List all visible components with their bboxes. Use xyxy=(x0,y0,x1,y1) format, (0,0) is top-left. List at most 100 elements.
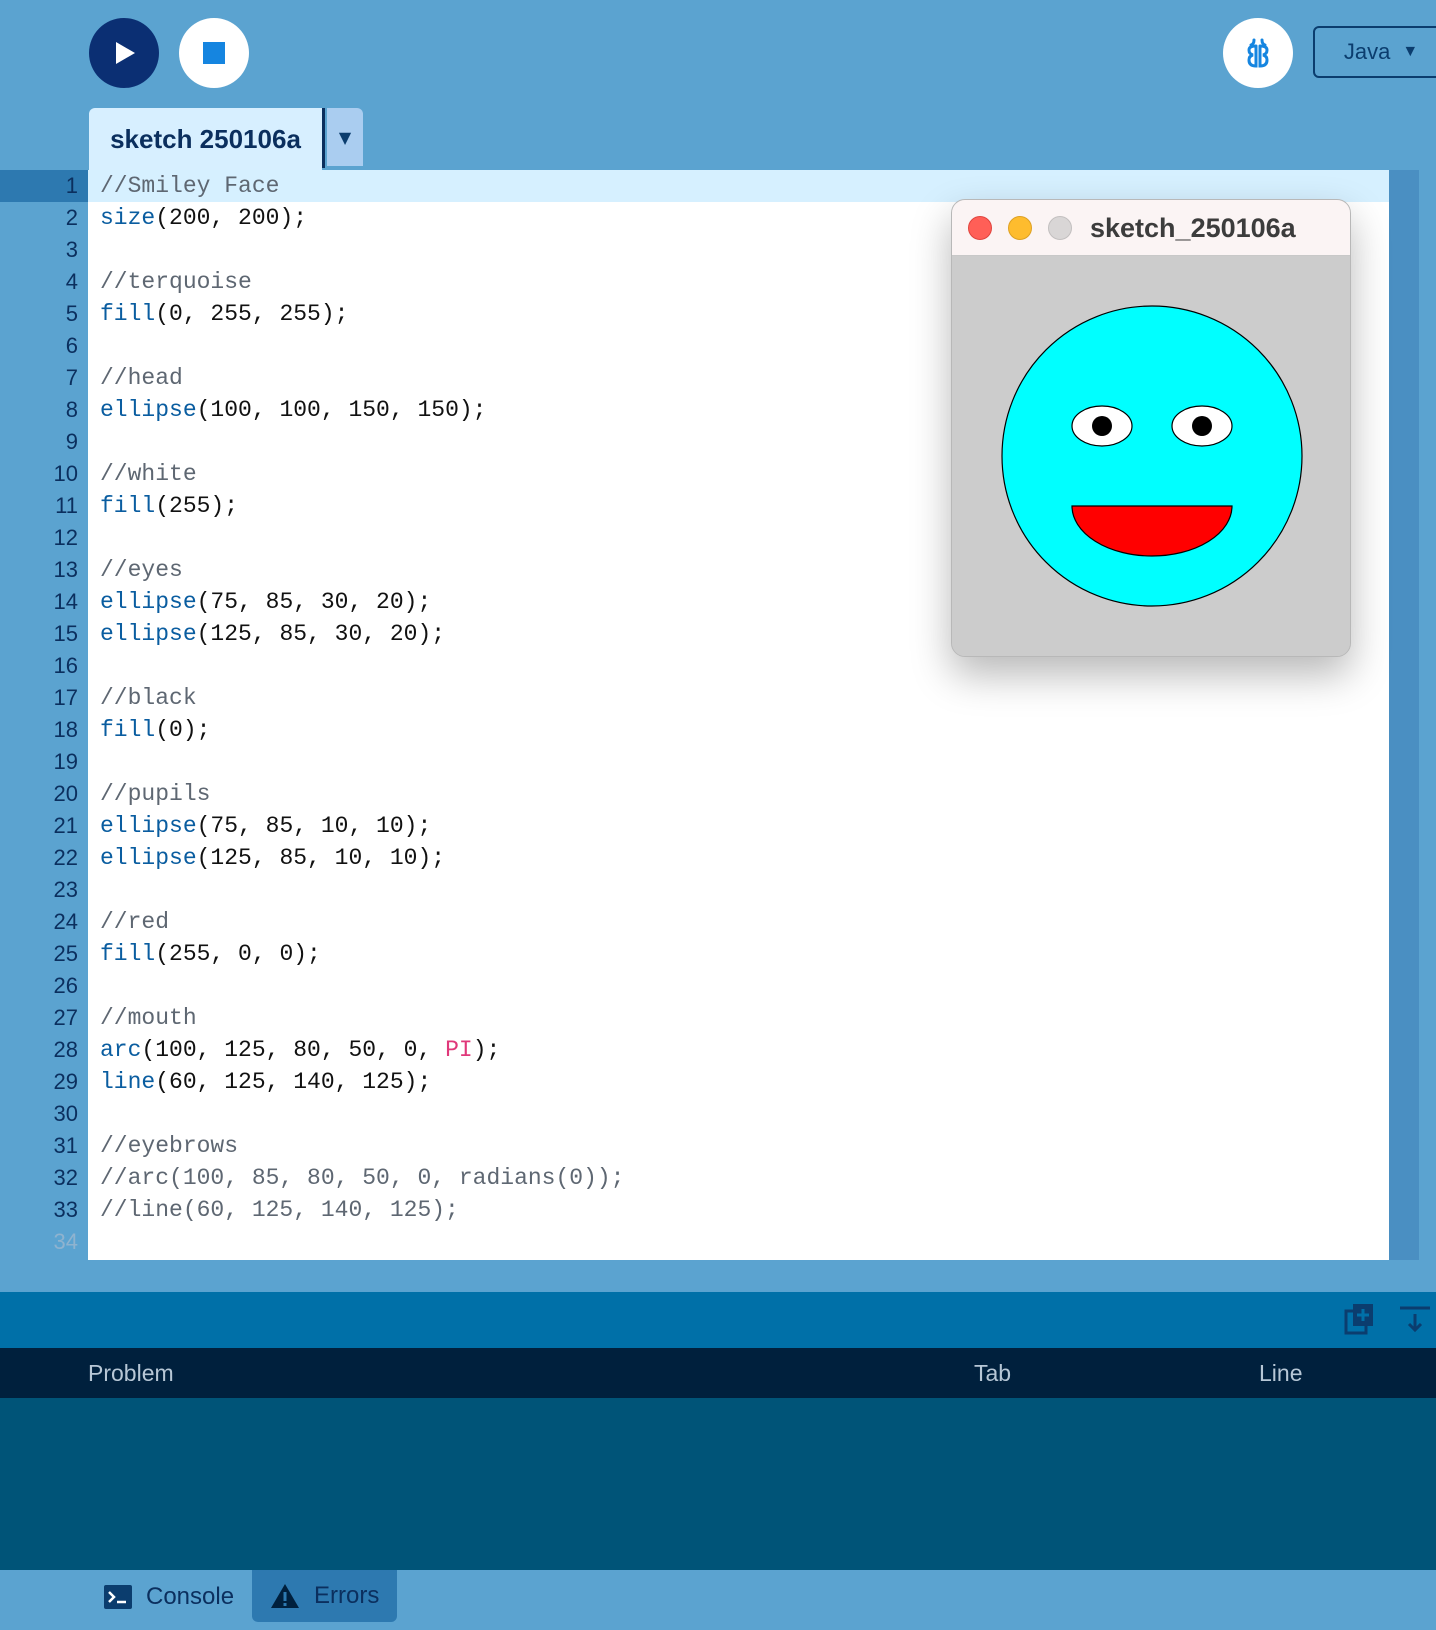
code-line[interactable]: fill(255); xyxy=(100,490,238,522)
code-line[interactable]: fill(255, 0, 0); xyxy=(100,938,321,970)
line-number: 22 xyxy=(53,845,78,870)
code-line[interactable]: fill(0); xyxy=(100,714,210,746)
line-number: 16 xyxy=(53,653,78,678)
code-line[interactable]: ellipse(125, 85, 30, 20); xyxy=(100,618,445,650)
tab-errors[interactable]: Errors xyxy=(252,1570,398,1622)
mode-selector[interactable]: Java ▼ xyxy=(1313,26,1436,78)
line-number: 9 xyxy=(65,429,78,454)
code-line[interactable]: size(200, 200); xyxy=(100,202,307,234)
right-pupil xyxy=(1192,416,1212,436)
chevron-down-icon: ▼ xyxy=(1402,43,1419,60)
warning-icon xyxy=(271,1584,299,1608)
code-line[interactable]: //eyebrows xyxy=(100,1130,238,1162)
code-line[interactable]: ellipse(100, 100, 150, 150); xyxy=(100,394,486,426)
problems-table-header: Problem Tab Line xyxy=(0,1348,1436,1398)
code-line[interactable]: arc(100, 125, 80, 50, 0, PI); xyxy=(100,1034,500,1066)
line-number: 6 xyxy=(65,333,78,358)
line-number: 12 xyxy=(53,525,78,550)
problems-list[interactable] xyxy=(0,1398,1436,1570)
code-line[interactable]: //line(60, 125, 140, 125); xyxy=(100,1194,459,1226)
smiley-head xyxy=(1001,305,1303,607)
tab-divider xyxy=(322,108,325,168)
line-number: 13 xyxy=(53,557,78,582)
collapse-panel-icon[interactable] xyxy=(1398,1302,1432,1338)
line-number: 20 xyxy=(53,781,78,806)
line-number: 15 xyxy=(53,621,78,646)
line-number: 26 xyxy=(53,973,78,998)
line-number: 2 xyxy=(65,205,78,230)
mode-label: Java xyxy=(1343,39,1391,64)
code-line[interactable]: //eyes xyxy=(100,554,183,586)
tab-console-label: Console xyxy=(146,1583,235,1610)
stop-icon xyxy=(203,42,225,64)
tab-errors-label: Errors xyxy=(314,1582,380,1609)
tab-console[interactable]: Console xyxy=(86,1570,252,1624)
code-line[interactable]: //mouth xyxy=(100,1002,197,1034)
line-number: 32 xyxy=(53,1165,78,1190)
line-number: 18 xyxy=(53,717,78,742)
code-line[interactable]: ellipse(125, 85, 10, 10); xyxy=(100,842,445,874)
line-number: 30 xyxy=(53,1101,78,1126)
line-number: 5 xyxy=(65,301,78,326)
line-number: 21 xyxy=(53,813,78,838)
vertical-scrollbar[interactable] xyxy=(1389,170,1419,1260)
line-number: 24 xyxy=(53,909,78,934)
code-line[interactable]: //head xyxy=(100,362,183,394)
line-number: 29 xyxy=(53,1069,78,1094)
code-line[interactable]: //pupils xyxy=(100,778,210,810)
debugger-button[interactable] xyxy=(1223,18,1293,88)
column-tab[interactable]: Tab xyxy=(974,1348,1011,1398)
code-line[interactable]: //terquoise xyxy=(100,266,252,298)
chevron-down-icon: ▼ xyxy=(338,127,352,147)
sketch-canvas xyxy=(952,256,1350,656)
toolbar: Java ▼ xyxy=(0,0,1436,108)
line-number: 34 xyxy=(53,1229,78,1254)
code-line[interactable]: //Smiley Face xyxy=(100,170,279,202)
tab-sketch[interactable]: sketch 250106a xyxy=(89,108,322,170)
code-line[interactable]: //red xyxy=(100,906,169,938)
line-number: 10 xyxy=(53,461,78,486)
line-number: 27 xyxy=(53,1005,78,1030)
window-title: sketch_250106a xyxy=(1090,213,1296,243)
panel-header xyxy=(0,1292,1436,1348)
line-number: 28 xyxy=(53,1037,78,1062)
line-number: 33 xyxy=(53,1197,78,1222)
tab-menu-button[interactable]: ▼ xyxy=(327,108,363,166)
line-number: 8 xyxy=(65,397,78,422)
play-icon xyxy=(116,42,135,64)
terminal-icon xyxy=(104,1585,132,1609)
code-line[interactable]: //arc(100, 85, 80, 50, 0, radians(0)); xyxy=(100,1162,625,1194)
column-line[interactable]: Line xyxy=(1259,1348,1302,1398)
copy-add-icon[interactable] xyxy=(1343,1302,1375,1338)
line-number: 17 xyxy=(53,685,78,710)
line-number: 7 xyxy=(65,365,78,390)
code-line[interactable]: //black xyxy=(100,682,197,714)
debugger-icon xyxy=(1247,38,1269,68)
line-number: 3 xyxy=(65,237,78,262)
stop-button[interactable] xyxy=(179,18,249,88)
code-line[interactable]: ellipse(75, 85, 10, 10); xyxy=(100,810,431,842)
code-line[interactable]: ellipse(75, 85, 30, 20); xyxy=(100,586,431,618)
line-number: 11 xyxy=(55,493,78,518)
window-zoom-button[interactable] xyxy=(1048,216,1072,240)
line-number: 25 xyxy=(53,941,78,966)
active-line-highlight xyxy=(88,170,1389,202)
line-number: 23 xyxy=(53,877,78,902)
code-line[interactable]: line(60, 125, 140, 125); xyxy=(100,1066,431,1098)
tab-label: sketch 250106a xyxy=(110,123,301,154)
line-number: 1 xyxy=(65,173,78,198)
column-problem[interactable]: Problem xyxy=(88,1348,174,1398)
window-minimize-button[interactable] xyxy=(1008,216,1032,240)
line-number: 4 xyxy=(65,269,78,294)
line-number: 31 xyxy=(53,1133,78,1158)
line-number: 14 xyxy=(53,589,78,614)
window-close-button[interactable] xyxy=(968,216,992,240)
run-button[interactable] xyxy=(89,18,159,88)
left-pupil xyxy=(1092,416,1112,436)
code-line[interactable]: fill(0, 255, 255); xyxy=(100,298,348,330)
line-number: 19 xyxy=(53,749,78,774)
panel-tabs: Console Errors xyxy=(0,1570,1436,1630)
window-titlebar[interactable]: sketch_250106a xyxy=(952,200,1350,256)
sketch-output-window[interactable]: sketch_250106a xyxy=(951,199,1351,657)
code-line[interactable]: //white xyxy=(100,458,197,490)
